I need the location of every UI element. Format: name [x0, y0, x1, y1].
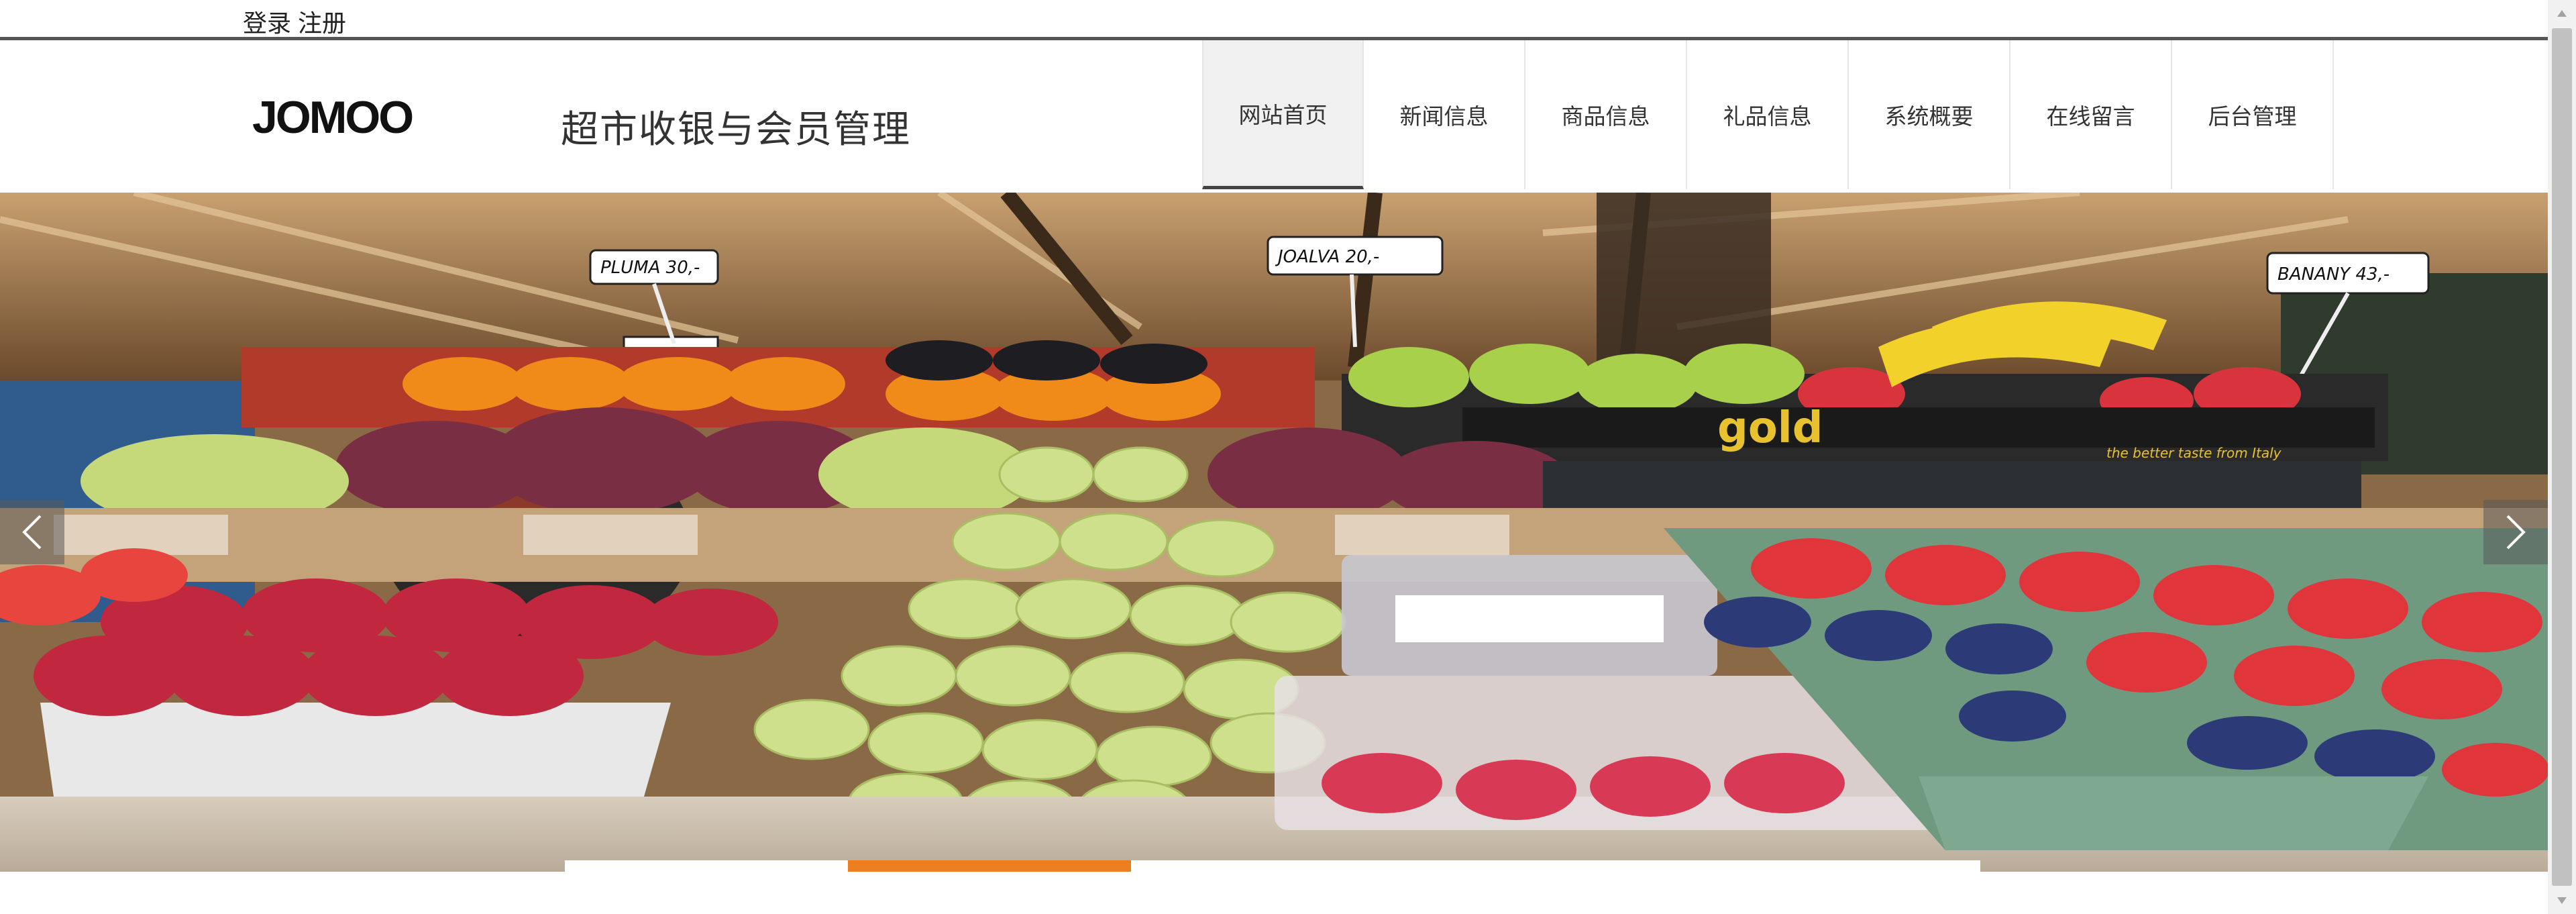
auth-links: 登录 注册 — [243, 4, 346, 39]
scrollbar-thumb[interactable] — [2552, 28, 2572, 886]
jomoo-logo[interactable]: JOMOO — [252, 93, 503, 141]
nav-item-label: 系统概要 — [1884, 103, 1974, 130]
box-brand-text: gold — [1717, 403, 1823, 453]
nav-item-label: 网站首页 — [1238, 101, 1328, 128]
fruit-market-image: PLUMA 30,- JOALVA 20,- BANANY 43,- gold … — [0, 193, 2548, 872]
price-tag-text: JOALVA 20,- — [1275, 247, 1379, 267]
scroll-down-button[interactable] — [2548, 887, 2576, 914]
site-header: JOMOO 超市收银与会员管理 网站首页 新闻信息 商品信息 礼品信息 系统概要… — [0, 40, 2548, 193]
register-link[interactable]: 注册 — [298, 10, 346, 38]
price-tag-text: PLUMA 30,- — [600, 258, 700, 278]
arrow-up-icon — [2557, 10, 2567, 17]
nav-item-admin[interactable]: 后台管理 — [2172, 40, 2334, 189]
svg-text:JOMOO: JOMOO — [252, 93, 413, 141]
carousel-indicator-1[interactable] — [565, 860, 848, 872]
nav-item-label: 商品信息 — [1561, 103, 1650, 130]
top-bar: 登录 注册 — [0, 0, 2548, 40]
chevron-left-icon — [22, 515, 42, 550]
carousel-prev-button[interactable] — [0, 500, 64, 564]
carousel-indicator-5[interactable] — [1697, 860, 1980, 872]
nav-item-gifts[interactable]: 礼品信息 — [1687, 40, 1849, 189]
nav-item-news[interactable]: 新闻信息 — [1364, 40, 1525, 189]
chevron-right-icon — [2506, 515, 2526, 550]
nav-item-label: 在线留言 — [2046, 103, 2135, 130]
login-link[interactable]: 登录 — [243, 10, 291, 38]
nav-item-label: 礼品信息 — [1723, 103, 1812, 130]
carousel-indicators — [565, 860, 1980, 872]
carousel-indicator-4[interactable] — [1414, 860, 1697, 872]
arrow-down-icon — [2557, 897, 2567, 904]
site-title: 超市收银与会员管理 — [561, 108, 911, 152]
main-nav: 网站首页 新闻信息 商品信息 礼品信息 系统概要 在线留言 后台管理 — [1202, 40, 2334, 189]
carousel-indicator-2[interactable] — [848, 860, 1131, 872]
box-slogan-text: the better taste from Italy — [2106, 445, 2282, 461]
scroll-up-button[interactable] — [2548, 0, 2576, 27]
nav-item-label: 新闻信息 — [1399, 103, 1489, 130]
banner-carousel[interactable]: PLUMA 30,- JOALVA 20,- BANANY 43,- gold … — [0, 193, 2548, 872]
vertical-scrollbar[interactable] — [2548, 0, 2576, 914]
carousel-next-button[interactable] — [2483, 500, 2548, 564]
carousel-indicator-3[interactable] — [1131, 860, 1414, 872]
nav-item-products[interactable]: 商品信息 — [1525, 40, 1687, 189]
nav-item-home[interactable]: 网站首页 — [1202, 40, 1364, 189]
nav-item-messages[interactable]: 在线留言 — [2010, 40, 2172, 189]
page: 登录 注册 JOMOO 超市收银与会员管理 网站首页 新闻信息 商品信息 礼品信息… — [0, 0, 2576, 914]
price-tag-text: BANANY 43,- — [2277, 264, 2390, 285]
nav-item-overview[interactable]: 系统概要 — [1849, 40, 2010, 189]
nav-item-label: 后台管理 — [2208, 103, 2297, 130]
